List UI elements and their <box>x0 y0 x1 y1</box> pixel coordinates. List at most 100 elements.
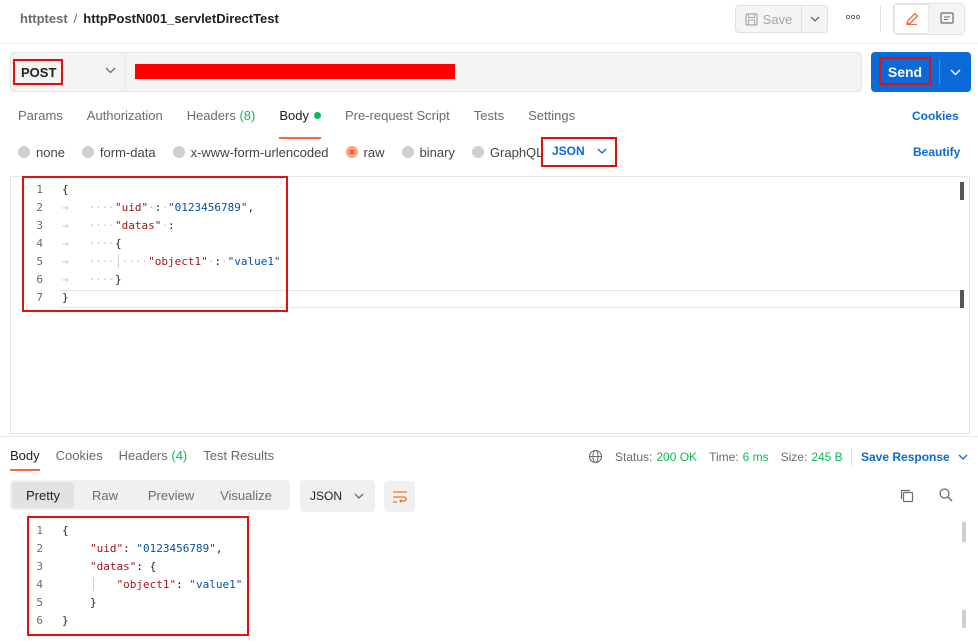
request-header: httptest / httpPostN001_servletDirectTes… <box>0 0 978 38</box>
active-tab-indicator <box>10 469 40 471</box>
body-type-form-data-label: form-data <box>99 144 156 160</box>
cookies-link[interactable]: Cookies <box>912 109 959 123</box>
body-type-raw-label: raw <box>363 144 385 160</box>
radio-circle <box>471 146 484 158</box>
tab-params[interactable]: Params <box>18 108 63 130</box>
response-tab-cookies[interactable]: Cookies <box>56 448 103 463</box>
edit-mode-button[interactable] <box>894 4 929 34</box>
body-type-none[interactable]: none <box>18 145 65 160</box>
body-type-raw[interactable]: raw <box>345 144 385 160</box>
tab-body[interactable]: Body <box>279 108 321 139</box>
radio-circle-selected <box>345 146 358 158</box>
tab-tests-label: Tests <box>473 108 505 123</box>
tab-settings[interactable]: Settings <box>528 108 575 130</box>
breadcrumb-request-name[interactable]: httpPostN001_servletDirectTest <box>83 11 279 26</box>
size-label: Size: <box>780 449 808 464</box>
view-mode-preview[interactable]: Preview <box>136 482 206 508</box>
tab-headers[interactable]: Headers (8) <box>187 108 256 130</box>
body-type-graphql[interactable]: GraphQL <box>471 144 544 160</box>
radio-circle <box>172 146 185 158</box>
body-type-options: none form-data x-www-form-urlencoded raw… <box>18 143 560 161</box>
body-type-none-label: none <box>36 144 65 160</box>
annotation-box-json-select <box>541 137 617 167</box>
globe-icon[interactable] <box>588 449 603 464</box>
view-mode-pretty[interactable]: Pretty <box>12 482 74 508</box>
sidebar-mode-toggle <box>893 3 965 35</box>
time-label: Time: <box>709 449 739 464</box>
editor-scroll-marker <box>960 290 964 308</box>
comment-mode-button[interactable] <box>929 4 964 34</box>
request-tabs: Params Authorization Headers (8) Body Pr… <box>18 108 599 139</box>
wrap-lines-button[interactable] <box>384 481 415 512</box>
annotation-box-response-body <box>27 516 249 636</box>
chevron-down-icon <box>105 67 116 74</box>
body-type-graphql-label: GraphQL <box>489 144 544 160</box>
radio-circle <box>81 146 94 158</box>
save-icon <box>745 12 758 26</box>
save-button-label: Save <box>762 11 793 27</box>
save-options-button[interactable] <box>802 5 828 33</box>
view-mode-raw[interactable]: Raw <box>74 482 136 508</box>
body-type-urlencoded[interactable]: x-www-form-urlencoded <box>172 144 329 160</box>
copy-icon[interactable] <box>899 488 915 507</box>
save-button[interactable]: Save <box>735 5 802 33</box>
response-status-bar: Status: 200 OK Time: 6 ms Size: 245 B <box>588 449 843 464</box>
size-value[interactable]: 245 B <box>811 450 842 464</box>
response-view-modes: Pretty Raw Preview Visualize <box>10 480 290 510</box>
tab-tests[interactable]: Tests <box>474 108 504 130</box>
tab-settings-label: Settings <box>528 108 576 123</box>
time-value[interactable]: 6 ms <box>743 450 769 464</box>
radio-circle <box>18 146 30 158</box>
tab-params-label: Params <box>18 108 63 123</box>
edit-icon <box>905 12 918 25</box>
response-format-select[interactable]: JSON <box>300 480 375 512</box>
response-divider <box>0 436 978 437</box>
header-divider <box>880 6 881 32</box>
chevron-down-icon <box>958 454 968 460</box>
body-type-form-data[interactable]: form-data <box>81 144 156 160</box>
response-tab-body[interactable]: Body <box>10 448 40 471</box>
view-mode-visualize[interactable]: Visualize <box>206 482 286 508</box>
annotation-box-request-body <box>22 176 288 312</box>
response-tab-cookies-label: Cookies <box>55 448 103 463</box>
send-options-button[interactable] <box>940 52 971 92</box>
tab-authorization[interactable]: Authorization <box>87 108 163 130</box>
comment-icon <box>939 12 954 24</box>
tab-authorization-label: Authorization <box>86 108 163 123</box>
response-tab-headers-label: Headers <box>118 448 168 463</box>
response-tab-test-results-label: Test Results <box>203 448 275 463</box>
radio-circle <box>401 146 414 158</box>
breadcrumb: httptest / httpPostN001_servletDirectTes… <box>20 11 279 26</box>
body-type-binary[interactable]: binary <box>401 145 455 160</box>
status-value[interactable]: 200 OK <box>656 450 697 464</box>
wrap-lines-icon <box>392 490 407 503</box>
beautify-link[interactable]: Beautify <box>913 145 960 159</box>
tab-headers-count: (8) <box>239 108 256 123</box>
annotation-box-method <box>13 59 63 85</box>
response-tab-headers[interactable]: Headers (4) <box>119 448 188 463</box>
chevron-down-icon <box>810 16 819 22</box>
response-format-label: JSON <box>310 489 343 503</box>
chevron-down-icon <box>950 69 961 75</box>
tab-pre-request-script-label: Pre-request Script <box>344 108 450 123</box>
header-divider-line <box>0 43 978 44</box>
tab-headers-label: Headers <box>186 108 236 123</box>
response-tab-body-label: Body <box>10 448 40 463</box>
editor-scrollbar[interactable] <box>960 182 964 200</box>
search-icon[interactable] <box>938 487 954 506</box>
save-response-button[interactable]: Save Response <box>851 448 968 466</box>
active-tab-indicator <box>279 137 321 139</box>
breadcrumb-collection[interactable]: httptest <box>20 11 68 26</box>
tab-pre-request-script[interactable]: Pre-request Script <box>345 108 450 130</box>
response-tab-test-results[interactable]: Test Results <box>203 448 274 463</box>
tab-body-label: Body <box>279 108 309 123</box>
response-scrollbar[interactable] <box>962 522 966 542</box>
breadcrumb-separator: / <box>73 11 78 26</box>
save-response-label: Save Response <box>861 450 950 464</box>
more-icon[interactable] <box>842 8 864 30</box>
chevron-down-icon <box>354 493 364 499</box>
url-input-redacted[interactable] <box>135 64 455 79</box>
annotation-box-send <box>879 57 931 85</box>
response-tabs: Body Cookies Headers (4) Test Results <box>10 448 290 471</box>
body-type-urlencoded-label: x-www-form-urlencoded <box>190 144 329 160</box>
